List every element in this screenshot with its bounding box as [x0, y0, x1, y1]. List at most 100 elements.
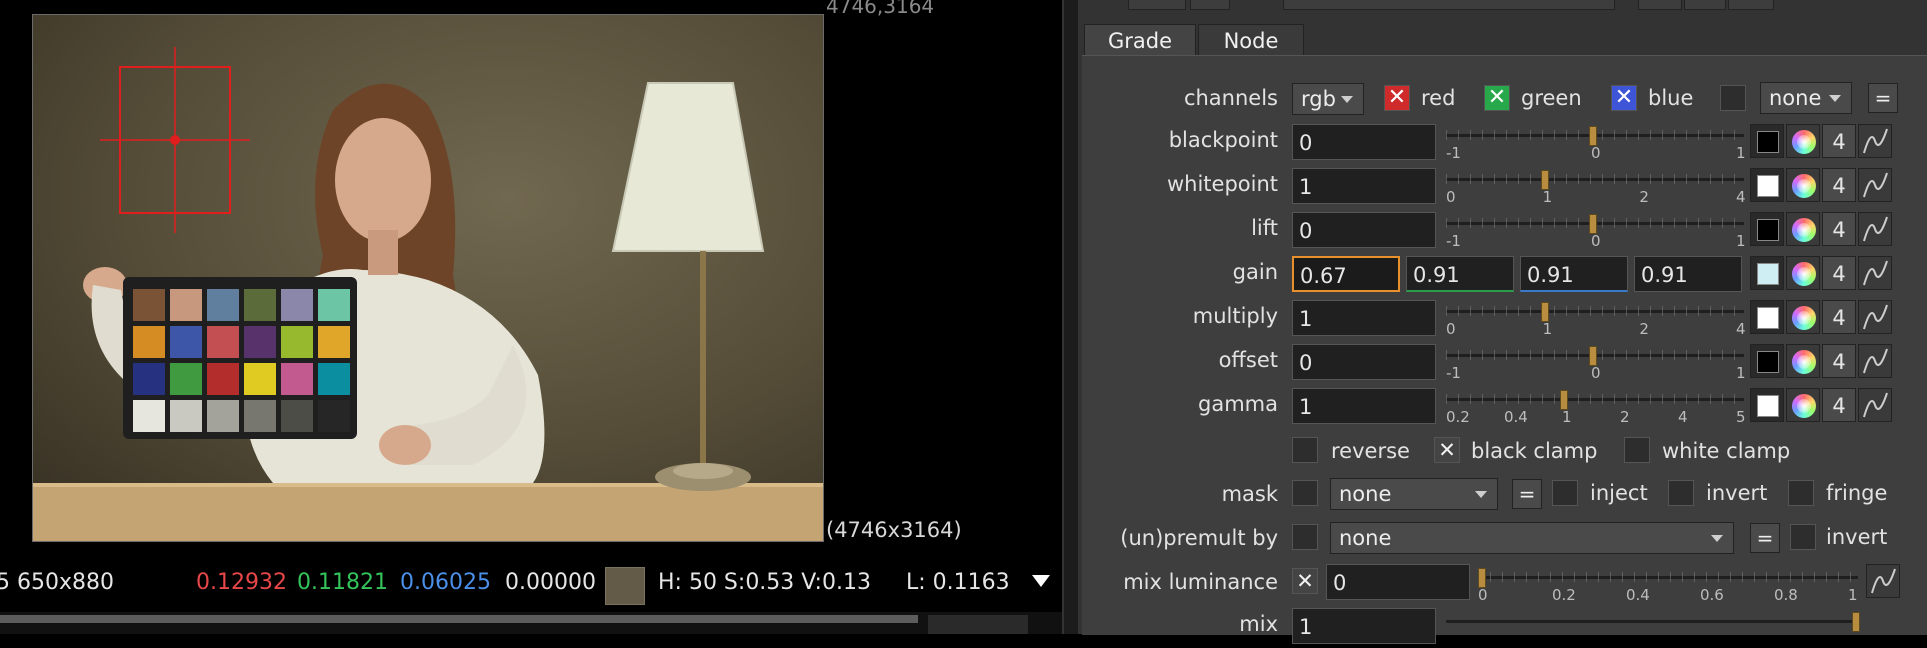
gamma-channels-button[interactable]: 4	[1822, 388, 1856, 422]
top-toolbar-button[interactable]	[1728, 0, 1774, 10]
slider-knob[interactable]	[1589, 346, 1597, 366]
slider-tick-label: 0.4	[1626, 586, 1650, 604]
multiply-slider[interactable]: 0 1 2 4	[1446, 302, 1746, 338]
info-dropdown-icon[interactable]	[1032, 575, 1050, 587]
gain-channels-button[interactable]: 4	[1822, 256, 1856, 290]
viewer-image[interactable]	[32, 14, 824, 542]
fringe-checkbox[interactable]	[1788, 480, 1814, 506]
offset-input[interactable]: 0	[1292, 344, 1436, 380]
gain-input-g[interactable]: 0.91	[1406, 256, 1514, 292]
slider-knob[interactable]	[1540, 302, 1549, 322]
gamma-color-picker-button[interactable]	[1786, 388, 1820, 422]
gain-color-swatch[interactable]	[1750, 256, 1784, 290]
gain-label: gain	[1232, 260, 1278, 284]
multiply-color-picker-button[interactable]	[1786, 300, 1820, 334]
color-square	[1757, 131, 1779, 153]
slider-knob[interactable]	[1589, 214, 1597, 234]
offset-color-picker-button[interactable]	[1786, 344, 1820, 378]
gamma-input[interactable]: 1	[1292, 388, 1436, 424]
gain-input-r[interactable]: 0.67	[1292, 256, 1400, 292]
gain-color-picker-button[interactable]	[1786, 256, 1820, 290]
blackpoint-color-swatch[interactable]	[1750, 124, 1784, 158]
gamma-color-swatch[interactable]	[1750, 388, 1784, 422]
lift-color-swatch[interactable]	[1750, 212, 1784, 246]
inject-checkbox[interactable]	[1552, 480, 1578, 506]
mix-luminance-curve-button[interactable]	[1866, 564, 1900, 598]
gamma-curve-button[interactable]	[1858, 388, 1892, 422]
gain-input-b[interactable]: 0.91	[1520, 256, 1628, 292]
premult-checkbox[interactable]	[1292, 524, 1318, 550]
black-clamp-checkbox[interactable]: ✕	[1434, 437, 1460, 463]
blackpoint-channels-button[interactable]: 4	[1822, 124, 1856, 158]
premult-label: (un)premult by	[1120, 526, 1278, 550]
reverse-checkbox[interactable]	[1292, 437, 1318, 463]
top-toolbar-button[interactable]	[1128, 0, 1186, 10]
mix-input[interactable]: 1	[1292, 608, 1436, 644]
slider-knob[interactable]	[1589, 126, 1597, 146]
top-toolbar-button[interactable]	[1638, 0, 1682, 10]
offset-slider[interactable]: -1 0 1	[1446, 346, 1746, 382]
slider-knob[interactable]	[1560, 390, 1568, 410]
slider-ticks	[1446, 394, 1744, 404]
lift-slider[interactable]: -1 0 1	[1446, 214, 1746, 250]
mask-link-button[interactable]: =	[1512, 479, 1542, 509]
whitepoint-curve-button[interactable]	[1858, 168, 1892, 202]
mix-luminance-slider[interactable]: 0 0.2 0.4 0.6 0.8 1	[1478, 568, 1858, 604]
premult-link-button[interactable]: =	[1750, 523, 1780, 553]
premult-invert-checkbox[interactable]	[1790, 524, 1816, 550]
mix-slider[interactable]	[1446, 612, 1860, 648]
blackpoint-color-picker-button[interactable]	[1786, 124, 1820, 158]
mask-checkbox[interactable]	[1292, 480, 1318, 506]
mix-luminance-input[interactable]: 0	[1326, 564, 1470, 600]
scrollbar-thumb[interactable]	[0, 615, 918, 623]
red-value: 0.12932	[196, 570, 287, 595]
premult-dropdown[interactable]: none	[1330, 522, 1734, 554]
blackpoint-slider[interactable]: -1 0 1	[1446, 126, 1746, 162]
slider-knob[interactable]	[1540, 170, 1549, 190]
top-toolbar-button[interactable]	[1684, 0, 1726, 10]
whitepoint-slider[interactable]: 0 1 2 4	[1446, 170, 1746, 206]
top-toolbar-button[interactable]	[1190, 0, 1230, 10]
extra-channel-checkbox[interactable]	[1720, 85, 1746, 111]
green-channel-checkbox[interactable]: ✕	[1484, 85, 1510, 111]
channels-dropdown[interactable]: rgb	[1292, 83, 1364, 115]
red-channel-checkbox[interactable]: ✕	[1384, 85, 1410, 111]
whitepoint-channels-button[interactable]: 4	[1822, 168, 1856, 202]
lift-curve-button[interactable]	[1858, 212, 1892, 246]
curve-icon	[1863, 392, 1888, 418]
viewer-panel[interactable]: 4746,3164 (4746x3164) 5 650x880 0.12932 …	[0, 0, 1062, 634]
gain-curve-button[interactable]	[1858, 256, 1892, 290]
whitepoint-color-picker-button[interactable]	[1786, 168, 1820, 202]
slider-knob[interactable]	[1852, 612, 1860, 632]
scrollbar-right-area[interactable]	[928, 615, 1028, 634]
offset-color-swatch[interactable]	[1750, 344, 1784, 378]
multiply-color-swatch[interactable]	[1750, 300, 1784, 334]
gain-input-a[interactable]: 0.91	[1634, 256, 1742, 292]
channels-link-button[interactable]: =	[1868, 83, 1898, 113]
slider-tick-label: 4	[1736, 320, 1746, 338]
tab-node[interactable]: Node	[1198, 24, 1304, 57]
multiply-curve-button[interactable]	[1858, 300, 1892, 334]
mask-invert-checkbox[interactable]	[1668, 480, 1694, 506]
extra-channel-dropdown[interactable]: none	[1760, 82, 1852, 114]
checker-swatch	[244, 289, 276, 321]
gamma-slider[interactable]: 0.2 0.4 1 2 4 5	[1446, 390, 1746, 426]
white-clamp-checkbox[interactable]	[1624, 437, 1650, 463]
blackpoint-input[interactable]: 0	[1292, 124, 1436, 160]
lift-color-picker-button[interactable]	[1786, 212, 1820, 246]
offset-channels-button[interactable]: 4	[1822, 344, 1856, 378]
whitepoint-color-swatch[interactable]	[1750, 168, 1784, 202]
blackpoint-curve-button[interactable]	[1858, 124, 1892, 158]
tab-grade[interactable]: Grade	[1084, 24, 1196, 57]
multiply-channels-button[interactable]: 4	[1822, 300, 1856, 334]
multiply-input[interactable]: 1	[1292, 300, 1436, 336]
offset-curve-button[interactable]	[1858, 344, 1892, 378]
lift-input[interactable]: 0	[1292, 212, 1436, 248]
lift-channels-button[interactable]: 4	[1822, 212, 1856, 246]
top-toolbar-field[interactable]	[1283, 0, 1615, 10]
whitepoint-input[interactable]: 1	[1292, 168, 1436, 204]
mask-dropdown[interactable]: none	[1330, 478, 1498, 510]
slider-knob[interactable]	[1478, 568, 1486, 588]
blue-channel-checkbox[interactable]: ✕	[1611, 85, 1637, 111]
mix-luminance-checkbox[interactable]: ✕	[1292, 568, 1318, 594]
